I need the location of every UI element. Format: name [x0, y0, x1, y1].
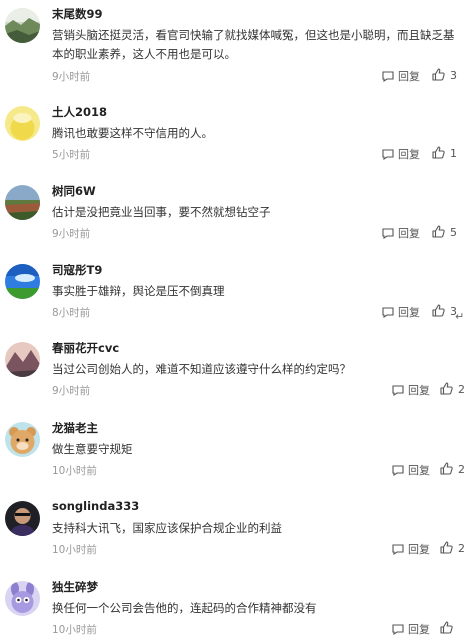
reply-button[interactable]: 回复: [382, 225, 420, 241]
username[interactable]: 末尾数99: [52, 6, 103, 22]
thumbs-up-icon: [432, 225, 445, 238]
comment-text: 当过公司创始人的，难道不知道应该遵守什么样的约定吗？: [52, 362, 351, 376]
avatar-cartoon-icon: [5, 581, 40, 616]
comment-text: 做生意要守规矩: [52, 442, 133, 456]
avatar[interactable]: [5, 342, 40, 377]
like-button[interactable]: 2: [440, 462, 465, 476]
reply-label: 回复: [398, 148, 420, 161]
username[interactable]: 司寇彤T9: [52, 262, 102, 278]
reply-button[interactable]: 回复: [392, 462, 430, 478]
comment-time: 10小时前: [52, 544, 97, 556]
like-button[interactable]: 3: [432, 304, 457, 318]
like-count: 2: [458, 383, 465, 396]
username[interactable]: 土人2018: [52, 104, 107, 120]
username[interactable]: 树同6W: [52, 183, 96, 199]
comment-meta: 10小时前 回复 2: [0, 541, 467, 560]
avatar[interactable]: [5, 185, 40, 220]
comment-meta: 9小时前 回复 5: [0, 225, 467, 244]
like-button[interactable]: 1: [432, 146, 457, 160]
username[interactable]: songlinda333: [52, 499, 139, 513]
comment-text: 腾讯也敢要这样不守信用的人。: [52, 126, 213, 140]
thumbs-up-icon: [432, 68, 445, 81]
avatar[interactable]: [5, 264, 40, 299]
reply-button[interactable]: 回复: [392, 621, 430, 637]
avatar[interactable]: [5, 8, 40, 43]
comment-text: 支持科大讯飞，国家应该保护合规企业的利益: [52, 521, 282, 535]
comment-bubble-icon: [392, 385, 404, 396]
avatar-field-icon: [5, 185, 40, 220]
comment-text: 事实胜于雄辩，舆论是压不倒真理: [52, 284, 225, 298]
thumbs-up-icon: [440, 462, 453, 475]
thumbs-up-icon: [440, 541, 453, 554]
reply-label: 回复: [408, 384, 430, 397]
comment-meta: 10小时前 回复: [0, 621, 467, 640]
avatar-yellow-icon: [5, 106, 40, 141]
reply-button[interactable]: 回复: [392, 382, 430, 398]
return-arrow-icon: ↵: [455, 310, 465, 323]
like-button[interactable]: [440, 621, 458, 635]
avatar-sky-icon: [5, 264, 40, 299]
comment-time: 10小时前: [52, 465, 97, 477]
comment-bubble-icon: [392, 624, 404, 635]
comment-bubble-icon: [382, 71, 394, 82]
avatar-bear-icon: [5, 422, 40, 457]
comment-time: 5小时前: [52, 149, 91, 161]
avatar[interactable]: [5, 422, 40, 457]
comment-meta: 5小时前 回复 1: [0, 146, 467, 165]
reply-label: 回复: [408, 623, 430, 636]
like-count: 2: [458, 542, 465, 555]
comment-text: 营销头脑还挺灵活，看官司快输了就找媒体喊冤，但这也是小聪明，而且缺乏基本的职业素…: [52, 28, 455, 61]
like-button[interactable]: 5: [432, 225, 457, 239]
comment-time: 9小时前: [52, 71, 91, 83]
reply-button[interactable]: 回复: [382, 68, 420, 84]
thumbs-up-icon: [440, 382, 453, 395]
comment-bubble-icon: [382, 307, 394, 318]
comment-meta: 9小时前 回复 2: [0, 382, 467, 401]
reply-label: 回复: [408, 543, 430, 556]
like-button[interactable]: 2: [440, 382, 465, 396]
like-count: 2: [458, 463, 465, 476]
comment-bubble-icon: [392, 544, 404, 555]
avatar[interactable]: [5, 581, 40, 616]
comment-text: 估计是没把竟业当回事，要不然就想钻空子: [52, 205, 271, 219]
username[interactable]: 春丽花开cvc: [52, 340, 119, 356]
comment-bubble-icon: [382, 228, 394, 239]
comment-meta: 10小时前 回复 2: [0, 462, 467, 481]
comment-time: 10小时前: [52, 624, 97, 636]
comment-bubble-icon: [382, 149, 394, 160]
comment-list: 末尾数99 营销头脑还挺灵活，看官司快输了就找媒体喊冤，但这也是小聪明，而且缺乏…: [0, 0, 467, 637]
thumbs-up-icon: [432, 304, 445, 317]
avatar-landscape-icon: [5, 8, 40, 43]
username[interactable]: 龙猫老主: [52, 420, 98, 436]
like-button[interactable]: 3: [432, 68, 457, 82]
reply-label: 回复: [398, 227, 420, 240]
thumbs-up-icon: [432, 146, 445, 159]
comment-meta: 9小时前 回复 3: [0, 68, 467, 87]
avatar[interactable]: [5, 106, 40, 141]
reply-label: 回复: [398, 306, 420, 319]
comment-bubble-icon: [392, 465, 404, 476]
like-button[interactable]: 2: [440, 541, 465, 555]
comment-text: 换任何一个公司会告他的，连起码的合作精神都没有: [52, 601, 317, 615]
username[interactable]: 独生碎梦: [52, 579, 98, 595]
reply-button[interactable]: 回复: [382, 146, 420, 162]
like-count: 5: [450, 226, 457, 239]
reply-label: 回复: [408, 464, 430, 477]
comment-time: 8小时前: [52, 307, 91, 319]
like-count: 3: [450, 69, 457, 82]
thumbs-up-icon: [440, 621, 453, 634]
reply-button[interactable]: 回复: [382, 304, 420, 320]
like-count: 1: [450, 147, 457, 160]
avatar[interactable]: [5, 501, 40, 536]
comment-time: 9小时前: [52, 385, 91, 397]
avatar-mountain-icon: [5, 342, 40, 377]
reply-button[interactable]: 回复: [392, 541, 430, 557]
comment-time: 9小时前: [52, 228, 91, 240]
reply-label: 回复: [398, 70, 420, 83]
comment-meta: 8小时前 回复 3 ↵: [0, 304, 467, 323]
avatar-person-icon: [5, 501, 40, 536]
